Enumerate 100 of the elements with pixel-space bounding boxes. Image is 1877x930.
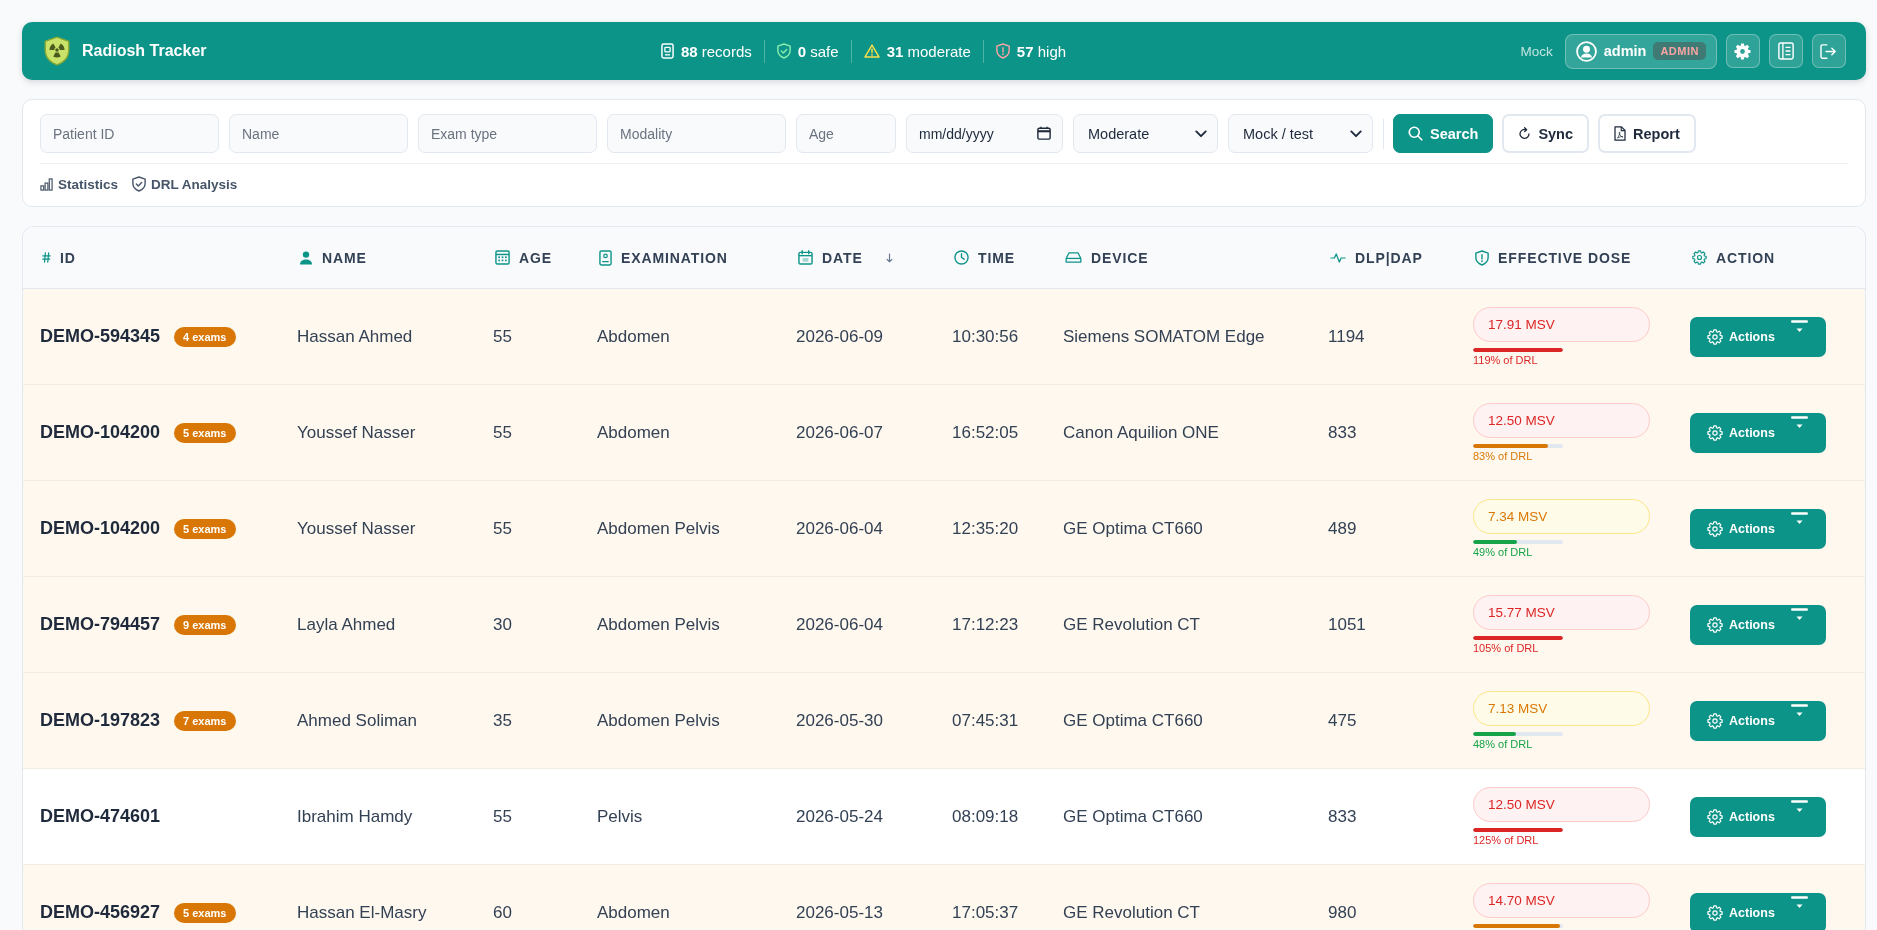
exam-type: Pelvis	[597, 806, 643, 827]
exam-count-badge: 5 exams	[174, 518, 236, 539]
patient-name: Hassan El-Masry	[297, 902, 427, 923]
exam-count-badge: 4 exams	[174, 326, 236, 347]
caret-icon	[1791, 319, 1808, 333]
dlp-value: 833	[1328, 806, 1357, 827]
gear-icon	[1707, 904, 1723, 921]
dlp-value: 980	[1328, 902, 1357, 923]
actions-button[interactable]: Actions	[1690, 508, 1826, 549]
gear-icon	[1707, 808, 1723, 825]
gear-icon	[1707, 328, 1723, 345]
dose-badge: 12.50 MSV	[1473, 402, 1650, 438]
text-input-field[interactable]: Exam type	[418, 114, 597, 153]
exam-type: Abdomen Pelvis	[597, 710, 720, 731]
dose-badge: 7.13 MSV	[1473, 690, 1650, 726]
logout-button[interactable]	[1812, 34, 1846, 68]
exam-time: 10:30:56	[952, 326, 1019, 347]
journal-icon	[1778, 42, 1794, 60]
exam-date: 2026-06-04	[796, 614, 883, 635]
moderate-count: 31 moderate	[886, 42, 971, 60]
patient-age: 55	[493, 326, 512, 347]
patient-name: Youssef Nasser	[297, 422, 416, 443]
calendar-icon	[1037, 126, 1051, 140]
exam-date: 2026-06-09	[796, 326, 883, 347]
dropdown-select[interactable]: Mock / test	[1228, 114, 1373, 153]
patient-age: 30	[493, 614, 512, 635]
dlp-value: 1194	[1328, 326, 1365, 347]
bar-chart-icon	[40, 177, 53, 191]
exam-time: 07:45:31	[952, 710, 1019, 731]
id-card-icon	[599, 249, 612, 266]
device-name: Canon Aquilion ONE	[1063, 422, 1219, 443]
dose-badge: 7.34 MSV	[1473, 498, 1650, 534]
person-icon	[299, 250, 313, 265]
caret-icon	[1791, 895, 1808, 909]
drl-percent-label: 83% of DRL	[1473, 449, 1533, 463]
search-icon	[1408, 126, 1423, 141]
text-input-field[interactable]: Modality	[607, 114, 786, 153]
pulse-icon	[1330, 251, 1346, 264]
patient-id: DEMO-104200	[40, 518, 161, 539]
settings-button[interactable]	[1726, 34, 1760, 68]
drl-percent-label: 105% of DRL	[1473, 641, 1539, 655]
exam-type: Abdomen	[597, 902, 670, 923]
device-name: GE Revolution CT	[1063, 902, 1200, 923]
column-header: ACTION	[1716, 249, 1776, 266]
report-button[interactable]: Report	[1598, 114, 1696, 153]
exam-type: Abdomen Pelvis	[597, 614, 720, 635]
hard-drive-icon	[1065, 252, 1082, 263]
column-header: DEVICE	[1091, 249, 1149, 266]
actions-button[interactable]: Actions	[1690, 892, 1826, 930]
actions-button[interactable]: Actions	[1690, 796, 1826, 837]
device-name: GE Optima CT660	[1063, 710, 1203, 731]
dlp-value: 489	[1328, 518, 1357, 539]
column-header: EFFECTIVE DOSE	[1498, 249, 1632, 266]
patient-id: DEMO-594345	[40, 326, 161, 347]
search-button[interactable]: Search	[1393, 114, 1494, 153]
caret-icon	[1791, 607, 1808, 621]
gear-icon	[1707, 616, 1723, 633]
exam-type: Abdomen	[597, 326, 670, 347]
radiation-shield-icon	[44, 36, 70, 66]
patient-id: DEMO-474601	[40, 806, 161, 827]
actions-button[interactable]: Actions	[1690, 412, 1826, 453]
drl-percent-label: 49% of DRL	[1473, 545, 1533, 559]
exam-type: Abdomen	[597, 422, 670, 443]
exam-date: 2026-05-13	[796, 902, 883, 923]
user-name: admin	[1603, 43, 1647, 59]
shield-alert-icon	[1475, 249, 1489, 266]
date-input-field[interactable]: mm/dd/yyyy	[906, 114, 1063, 153]
chevron-down-icon	[1350, 129, 1362, 138]
record-count: 88 records	[680, 42, 752, 60]
text-input-field[interactable]: Age	[796, 114, 896, 153]
exam-count-badge: 7 exams	[174, 710, 236, 731]
exam-date: 2026-05-30	[796, 710, 883, 731]
exam-time: 08:09:18	[952, 806, 1019, 827]
actions-button[interactable]: Actions	[1690, 700, 1826, 741]
user-menu-button[interactable]: admin ADMIN	[1564, 33, 1717, 69]
text-input-field[interactable]: Patient ID	[40, 114, 219, 153]
patient-age: 55	[493, 518, 512, 539]
column-header: EXAMINATION	[621, 249, 728, 266]
caret-icon	[1791, 703, 1808, 717]
mode-label: Mock	[1520, 43, 1553, 59]
statistics-link[interactable]: Statistics	[40, 176, 119, 192]
dose-badge: 15.77 MSV	[1473, 594, 1650, 630]
sync-button[interactable]: Sync	[1502, 114, 1590, 153]
column-header: DATE	[822, 249, 863, 266]
actions-button[interactable]: Actions	[1690, 604, 1826, 645]
text-input-field[interactable]: Name	[229, 114, 408, 153]
settings-icon	[1734, 42, 1752, 60]
exam-count-badge: 5 exams	[174, 422, 236, 443]
calendar-icon	[798, 250, 813, 265]
gear-icon	[1692, 250, 1707, 265]
exam-time: 12:35:20	[952, 518, 1019, 539]
journal-button[interactable]	[1769, 34, 1803, 68]
exam-time: 16:52:05	[952, 422, 1019, 443]
actions-button[interactable]: Actions	[1690, 316, 1826, 357]
dlp-value: 1051	[1328, 614, 1366, 635]
device-name: Siemens SOMATOM Edge	[1063, 326, 1265, 347]
clock-icon	[954, 250, 969, 265]
drl-analysis-link[interactable]: DRL Analysis	[132, 176, 238, 192]
drl-percent-label: 119% of DRL	[1473, 353, 1538, 367]
dropdown-select[interactable]: Moderate	[1073, 114, 1218, 153]
